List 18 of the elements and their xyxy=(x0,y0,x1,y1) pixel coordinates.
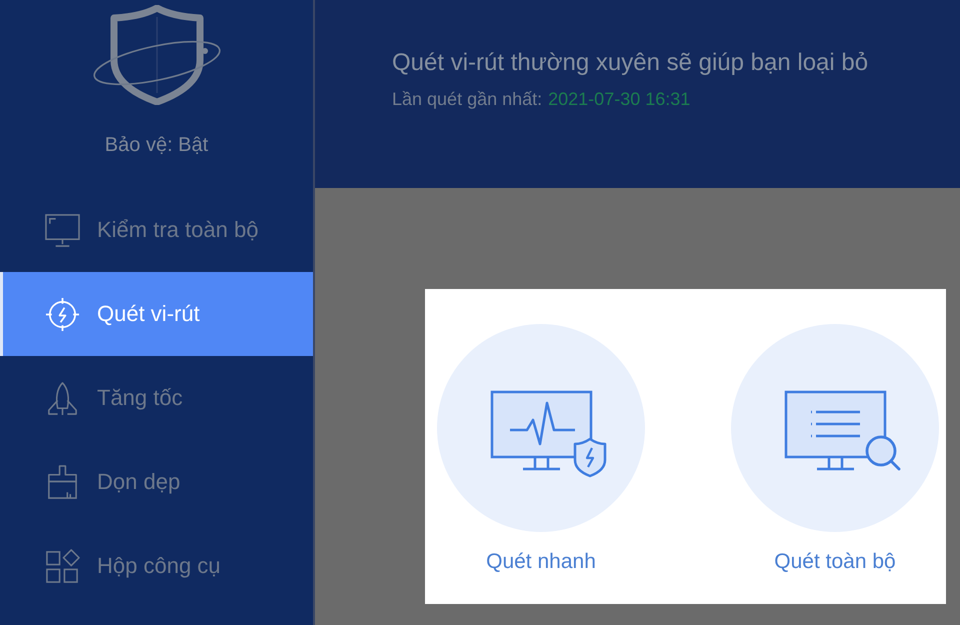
target-bolt-icon xyxy=(45,296,80,332)
sidebar-item[interactable]: Kiểm tra toàn bộ xyxy=(0,188,313,272)
sidebar-item[interactable]: Hộp công cụ xyxy=(0,524,313,608)
scan-option-button[interactable]: Quét toàn bộ xyxy=(731,324,939,575)
last-scan-time: 2021-07-30 16:31 xyxy=(548,88,690,110)
sidebar-item[interactable]: Tăng tốc xyxy=(0,356,313,440)
scan-tip-text: Quét vi-rút thường xuyên sẽ giúp bạn loại bỏ xyxy=(392,48,868,78)
monitor-icon xyxy=(45,212,80,248)
monitor-pulse-shield-icon xyxy=(437,324,645,532)
last-scan-label: Lần quét gần nhất: xyxy=(392,88,542,110)
rocket-icon xyxy=(45,380,80,416)
sidebar-item[interactable]: Dọn dẹp xyxy=(0,440,313,524)
monitor-list-magnifier-icon xyxy=(731,324,939,532)
grid-tiles-icon xyxy=(45,548,80,584)
brush-icon xyxy=(45,464,80,500)
scan-option-button[interactable]: Quét nhanh xyxy=(437,324,645,575)
protection-status: Bảo vệ: Bật xyxy=(104,133,208,157)
sidebar-item[interactable]: Quét vi-rút xyxy=(0,272,313,356)
